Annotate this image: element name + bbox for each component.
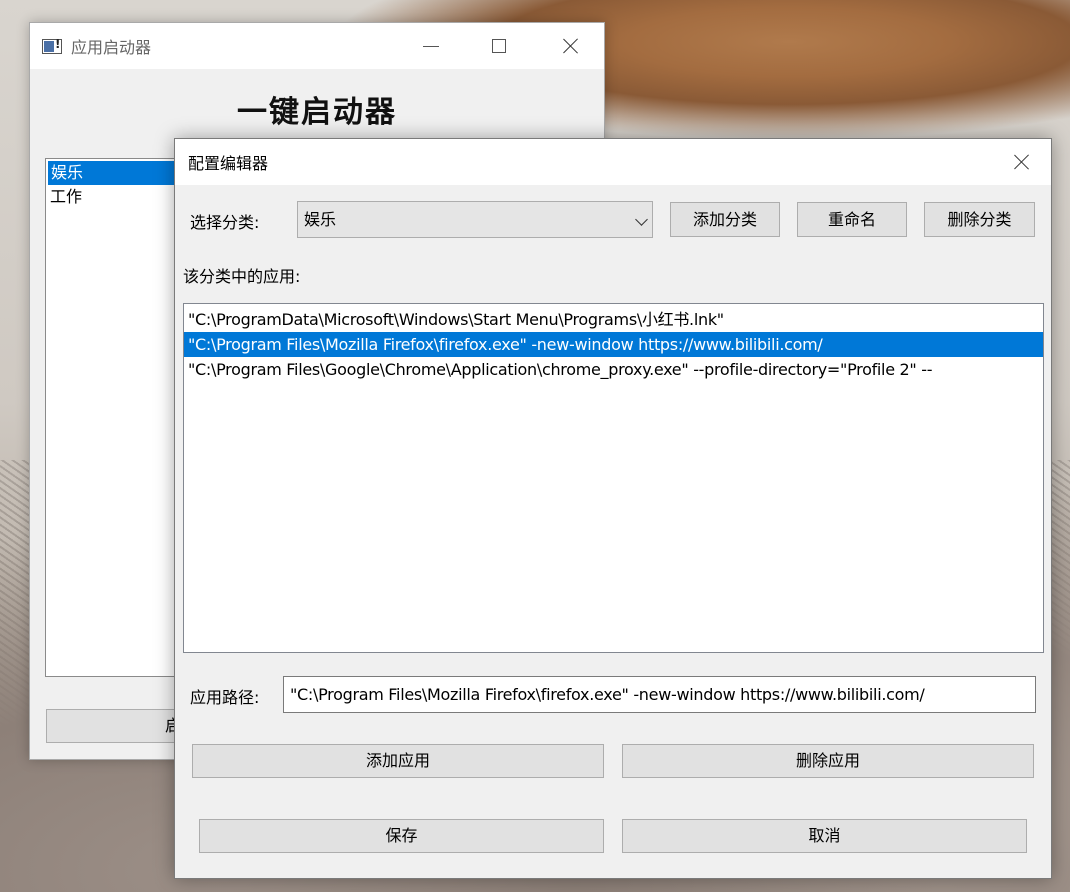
app-window-icon bbox=[42, 37, 62, 54]
maximize-icon bbox=[492, 39, 506, 53]
cancel-button[interactable]: 取消 bbox=[622, 819, 1027, 853]
maximize-button[interactable] bbox=[476, 23, 522, 69]
app-list[interactable]: "C:\ProgramData\Microsoft\Windows\Start … bbox=[183, 303, 1044, 653]
category-item-work[interactable]: 工作 bbox=[46, 185, 184, 209]
chevron-down-icon bbox=[635, 213, 648, 226]
main-titlebar[interactable]: 应用启动器 bbox=[30, 23, 604, 69]
close-icon bbox=[1014, 154, 1030, 170]
minimize-icon bbox=[423, 45, 439, 47]
app-list-item-selected[interactable]: "C:\Program Files\Mozilla Firefox\firefo… bbox=[184, 332, 1043, 357]
add-app-button[interactable]: 添加应用 bbox=[192, 744, 604, 778]
add-category-button[interactable]: 添加分类 bbox=[670, 202, 780, 237]
delete-category-button[interactable]: 删除分类 bbox=[924, 202, 1035, 237]
app-path-input[interactable]: "C:\Program Files\Mozilla Firefox\firefo… bbox=[283, 676, 1036, 713]
dialog-close-button[interactable] bbox=[999, 139, 1045, 185]
main-close-button[interactable] bbox=[548, 23, 594, 69]
apps-in-category-label: 该分类中的应用: bbox=[183, 267, 301, 286]
save-button[interactable]: 保存 bbox=[199, 819, 604, 853]
category-select[interactable]: 娱乐 bbox=[297, 201, 653, 238]
main-window-title: 应用启动器 bbox=[71, 38, 152, 57]
app-list-item[interactable]: "C:\Program Files\Google\Chrome\Applicat… bbox=[184, 357, 1043, 382]
category-select-value: 娱乐 bbox=[304, 210, 337, 229]
close-icon bbox=[563, 38, 579, 54]
app-path-label: 应用路径: bbox=[190, 688, 260, 707]
rename-category-button[interactable]: 重命名 bbox=[797, 202, 907, 237]
dialog-titlebar[interactable]: 配置编辑器 bbox=[175, 139, 1051, 185]
minimize-button[interactable] bbox=[408, 23, 454, 69]
category-list[interactable]: 娱乐 工作 bbox=[45, 158, 185, 677]
main-heading: 一键启动器 bbox=[237, 95, 397, 130]
category-select-label: 选择分类: bbox=[190, 213, 260, 232]
config-editor-dialog: 配置编辑器 选择分类: 娱乐 添加分类 重命名 删除分类 该分类中的应用: "C… bbox=[174, 138, 1052, 879]
app-list-item[interactable]: "C:\ProgramData\Microsoft\Windows\Start … bbox=[184, 307, 1043, 332]
launch-button[interactable]: 启 bbox=[46, 709, 186, 743]
category-item-entertainment[interactable]: 娱乐 bbox=[48, 161, 182, 185]
dialog-title: 配置编辑器 bbox=[188, 154, 269, 173]
delete-app-button[interactable]: 删除应用 bbox=[622, 744, 1034, 778]
